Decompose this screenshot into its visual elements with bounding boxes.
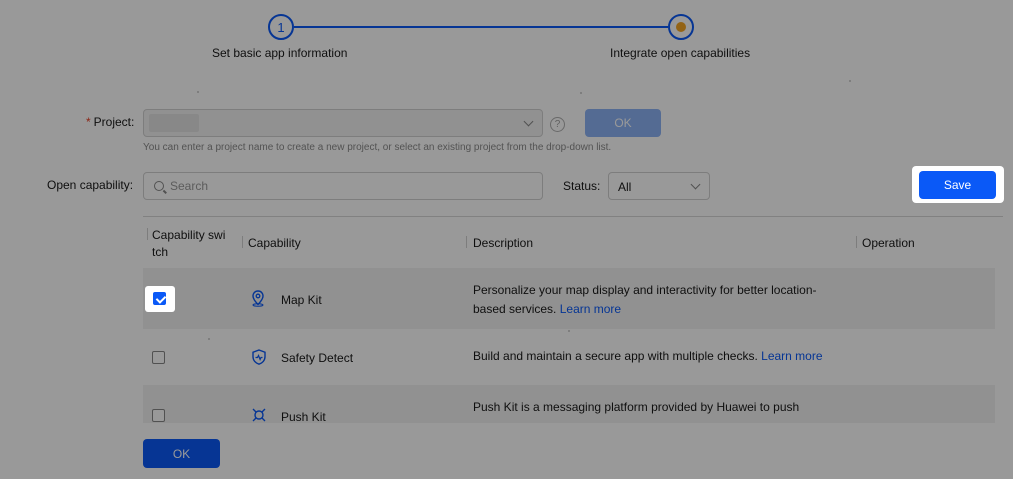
- project-label: * Project:: [86, 115, 135, 129]
- column-separator: [466, 236, 467, 248]
- step-2-indicator: [668, 14, 694, 40]
- decor-dot: [568, 330, 570, 332]
- capability-switch-checkbox[interactable]: [153, 292, 166, 305]
- capability-description: Personalize your map display and interac…: [473, 283, 817, 316]
- decor-dot: [580, 92, 582, 94]
- project-select[interactable]: [143, 109, 543, 137]
- current-step-dot: [676, 22, 686, 32]
- step-1-number: 1: [277, 19, 285, 35]
- footer-ok-button[interactable]: OK: [143, 439, 220, 468]
- shield-icon: [250, 348, 268, 366]
- learn-more-link[interactable]: Learn more: [560, 302, 621, 316]
- capability-name: Map Kit: [281, 293, 322, 307]
- capability-name: Safety Detect: [281, 351, 354, 365]
- chevron-down-icon: [690, 179, 701, 190]
- step-1-indicator: 1: [268, 14, 294, 40]
- learn-more-link[interactable]: Learn more: [761, 349, 822, 363]
- status-value: All: [618, 180, 632, 194]
- project-ok-button[interactable]: OK: [585, 109, 661, 137]
- header-operation: Operation: [862, 236, 915, 250]
- header-description: Description: [473, 236, 534, 250]
- capability-description: Build and maintain a secure app with mul…: [473, 349, 823, 363]
- decor-dot: [849, 80, 851, 82]
- decor-dot: [197, 91, 199, 93]
- stepper-line: [294, 26, 668, 28]
- column-separator: [147, 228, 148, 240]
- column-separator: [856, 236, 857, 248]
- header-capability-switch: Capability swi tch: [152, 228, 226, 259]
- capability-switch-checkbox[interactable]: [152, 409, 165, 422]
- header-capability: Capability: [248, 236, 301, 250]
- chevron-down-icon: [523, 116, 534, 127]
- project-value: [149, 114, 199, 132]
- map-pin-icon: [249, 289, 267, 307]
- status-label: Status:: [563, 179, 601, 193]
- search-icon: [154, 181, 164, 191]
- save-button[interactable]: Save: [919, 171, 996, 199]
- search-input[interactable]: [170, 179, 530, 193]
- search-field[interactable]: [143, 172, 543, 200]
- decor-dot: [208, 338, 210, 340]
- app-page: 1 Set basic app information Integrate op…: [0, 0, 1013, 479]
- step-1-label: Set basic app information: [212, 46, 348, 60]
- capability-name: Push Kit: [281, 410, 326, 424]
- push-icon: [250, 406, 268, 424]
- project-hint: You can enter a project name to create a…: [143, 142, 612, 153]
- status-select[interactable]: All: [608, 172, 710, 200]
- table-top-border: [143, 216, 1003, 217]
- column-separator: [242, 236, 243, 248]
- open-capability-label: Open capability:: [47, 178, 134, 192]
- capability-switch-checkbox[interactable]: [152, 351, 165, 364]
- help-icon[interactable]: ?: [550, 117, 565, 132]
- map-kit-switch-highlight[interactable]: [145, 286, 175, 312]
- save-button-highlight[interactable]: Save: [912, 166, 1004, 203]
- capability-description: Push Kit is a messaging platform provide…: [473, 400, 800, 414]
- step-2-label: Integrate open capabilities: [610, 46, 751, 60]
- required-mark: *: [86, 115, 91, 129]
